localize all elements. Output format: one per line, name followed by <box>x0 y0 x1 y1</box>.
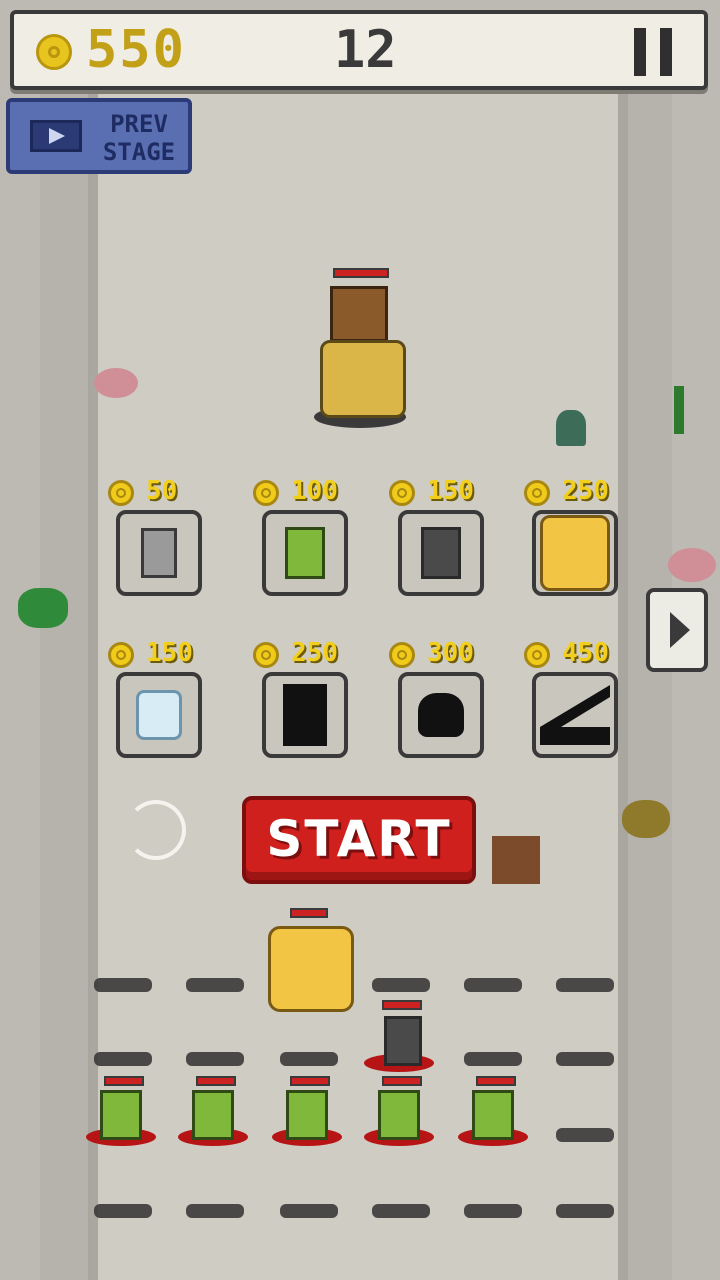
shop-slot-knight[interactable] <box>116 510 202 596</box>
wave-number: 12 <box>334 20 397 80</box>
enemy-ogre-sprite <box>320 340 406 418</box>
deploy-slot[interactable] <box>464 978 522 992</box>
knight-sprite <box>141 528 177 578</box>
price-amount: 150 <box>146 638 193 668</box>
deploy-slot[interactable] <box>556 1052 614 1066</box>
deploy-slot[interactable] <box>556 1128 614 1142</box>
tree-icon <box>622 800 670 838</box>
deployed-goblin-archer[interactable] <box>100 1090 142 1140</box>
deployed-goblin-archer[interactable] <box>286 1090 328 1140</box>
deploy-slot[interactable] <box>94 1204 152 1218</box>
start-button[interactable]: START <box>242 796 476 884</box>
pause-icon <box>634 28 646 76</box>
tree-icon <box>94 368 138 398</box>
unit-health-bar <box>382 1076 422 1086</box>
price-amount: 250 <box>562 476 609 506</box>
unit-health-bar <box>382 1000 422 1010</box>
restart-icon <box>126 800 186 860</box>
ogre-sprite <box>540 515 610 591</box>
top-hud: 550 12 <box>10 10 708 90</box>
shop-slot-goblin-archer[interactable] <box>262 510 348 596</box>
goblin-archer-sprite <box>285 527 325 579</box>
next-page-button[interactable] <box>646 588 708 672</box>
locked-cavalry-icon <box>283 684 327 746</box>
coin-icon <box>524 642 550 668</box>
unit-health-bar <box>104 1076 144 1086</box>
unit-health-bar <box>476 1076 516 1086</box>
tree-icon <box>18 588 68 628</box>
bush-icon <box>556 410 586 446</box>
price-amount: 100 <box>291 476 338 506</box>
unit-health-bar <box>290 908 328 918</box>
price-amount: 50 <box>146 476 178 506</box>
locked-catapult-icon <box>540 685 610 745</box>
shop-slot-locked-beast[interactable] <box>398 672 484 758</box>
deploy-slot[interactable] <box>464 1052 522 1066</box>
coin-icon <box>389 480 415 506</box>
tree-icon <box>668 548 716 582</box>
prev-stage-line2: STAGE <box>102 138 176 166</box>
deployed-ogre[interactable] <box>268 926 354 1012</box>
shop-slot-angel[interactable] <box>116 672 202 758</box>
shop-slot-locked-catapult[interactable] <box>532 672 618 758</box>
deploy-slot[interactable] <box>186 1052 244 1066</box>
shop-slot-ogre[interactable] <box>532 510 618 596</box>
prev-stage-line1: PREV <box>110 110 168 138</box>
pause-button[interactable] <box>634 28 674 76</box>
deployed-goblin-archer[interactable] <box>192 1090 234 1140</box>
deploy-slot[interactable] <box>94 978 152 992</box>
terrain-path-left <box>40 90 90 1280</box>
unit-health-bar <box>196 1076 236 1086</box>
coin-icon <box>108 642 134 668</box>
coin-icon <box>253 480 279 506</box>
deploy-slot[interactable] <box>464 1204 522 1218</box>
start-label: START <box>266 810 452 868</box>
price-amount: 150 <box>427 476 474 506</box>
coin-icon <box>36 34 72 70</box>
deploy-slot[interactable] <box>186 1204 244 1218</box>
pause-icon-bar <box>660 28 672 76</box>
deploy-slot[interactable] <box>94 1052 152 1066</box>
shop-slot-locked-cavalry[interactable] <box>262 672 348 758</box>
deploy-slot[interactable] <box>186 978 244 992</box>
terrain-path-right <box>628 90 672 1280</box>
enemy-health-bar <box>333 268 389 278</box>
locked-beast-icon <box>418 693 464 737</box>
deploy-slot[interactable] <box>556 978 614 992</box>
crate-icon <box>492 836 540 884</box>
dark-mage-sprite <box>421 527 461 579</box>
enemy-archer-sprite <box>330 286 388 342</box>
unit-health-bar <box>290 1076 330 1086</box>
angel-sprite <box>136 690 182 740</box>
gold-amount: 550 <box>86 20 186 80</box>
coin-icon <box>389 642 415 668</box>
cactus-icon <box>674 386 684 434</box>
deploy-slot[interactable] <box>372 1204 430 1218</box>
prev-stage-button[interactable]: PREV STAGE <box>6 98 192 174</box>
coin-icon <box>108 480 134 506</box>
price-amount: 450 <box>562 638 609 668</box>
deployed-goblin-archer[interactable] <box>472 1090 514 1140</box>
coin-icon <box>253 642 279 668</box>
game-stage: 550 12 PREV STAGE 50 100 150 250 150 250… <box>0 0 720 1280</box>
deployed-dark-mage[interactable] <box>384 1016 422 1066</box>
deploy-slot[interactable] <box>372 978 430 992</box>
coin-icon <box>524 480 550 506</box>
price-amount: 300 <box>427 638 474 668</box>
deploy-slot[interactable] <box>280 1052 338 1066</box>
prev-stage-label: PREV STAGE <box>94 110 184 166</box>
deploy-slot[interactable] <box>280 1204 338 1218</box>
shop-slot-dark-mage[interactable] <box>398 510 484 596</box>
deployed-goblin-archer[interactable] <box>378 1090 420 1140</box>
price-amount: 250 <box>291 638 338 668</box>
film-icon <box>30 120 82 152</box>
restart-button[interactable] <box>126 800 192 866</box>
deploy-slot[interactable] <box>556 1204 614 1218</box>
